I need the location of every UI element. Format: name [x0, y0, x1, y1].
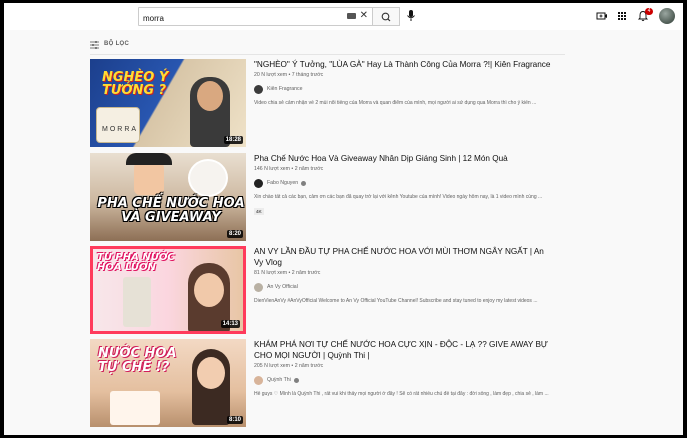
channel-row[interactable]: An Vy Official — [254, 282, 554, 292]
video-views-time: 81 N lượt xem • 2 năm trước — [254, 270, 321, 276]
channel-avatar[interactable] — [254, 178, 263, 188]
channel-name[interactable]: Fabo Nguyen — [267, 180, 298, 186]
video-duration: 18:28 — [223, 136, 243, 144]
filter-icon[interactable] — [90, 41, 99, 49]
video-thumbnail[interactable]: TỰ PHA NƯỚC HOA LUÔN 14:13 — [90, 246, 246, 334]
thumbnail-caption: NƯỚC HOA TỰ CHẾ !? — [98, 346, 177, 375]
channel-name[interactable]: Kiên Fragrance — [267, 86, 302, 92]
thumbnail-caption: TỰ PHA NƯỚC HOA LUÔN — [97, 252, 175, 273]
perfume-bottle — [123, 277, 151, 327]
channel-avatar[interactable] — [254, 282, 263, 292]
channel-avatar[interactable] — [254, 84, 263, 94]
video-description: Video chia sẻ cảm nhận về 2 mùi nổi tiến… — [254, 100, 537, 106]
channel-avatar[interactable] — [254, 375, 263, 385]
video-duration: 8:10 — [226, 416, 243, 424]
thumbnail-caption: PHA CHẾ NƯỚC HOA VÀ GIVEAWAY — [97, 196, 245, 225]
video-views-time: 146 N lượt xem • 2 năm trước — [254, 166, 324, 172]
channel-row[interactable]: Kiên Fragrance — [254, 84, 554, 94]
video-meta: "NGHÈO" Ý Tưởng, "LÙA GÀ" Hay Là Thành C… — [254, 59, 554, 106]
video-description: DienVienAnVy #AnVyOfficial Welcome to An… — [254, 298, 538, 304]
person-face — [197, 81, 223, 111]
channel-name[interactable]: Quỳnh Thi — [267, 377, 291, 383]
video-views-time: 20 N lượt xem • 7 tháng trước — [254, 72, 324, 78]
search-icon — [381, 12, 391, 22]
youtube-window: ✕ 4 — [4, 3, 683, 435]
verified-icon — [293, 377, 299, 383]
channel-row[interactable]: Quỳnh Thi — [254, 375, 554, 385]
create-video-icon[interactable] — [596, 10, 608, 22]
video-result[interactable]: NGHÈO Ý TƯỞNG ? MORRA 18:28 "NGHÈO" Ý Tư… — [90, 59, 560, 147]
video-title[interactable]: "NGHÈO" Ý Tưởng, "LÙA GÀ" Hay Là Thành C… — [254, 59, 554, 70]
inset-circle — [188, 159, 228, 197]
video-duration: 14:13 — [220, 320, 240, 328]
notification-count-badge: 4 — [645, 8, 653, 15]
quality-badge: 4K — [254, 208, 264, 215]
mic-icon[interactable] — [406, 9, 416, 23]
channel-name[interactable]: An Vy Official — [267, 284, 298, 290]
search-button[interactable] — [373, 7, 400, 26]
video-title[interactable]: Pha Chế Nước Hoa Và Giveaway Nhân Dịp Gi… — [254, 153, 554, 164]
person-hair — [126, 153, 172, 165]
clear-icon[interactable]: ✕ — [360, 10, 368, 22]
perfume-shelf — [110, 391, 160, 425]
person-face — [194, 273, 224, 307]
video-duration: 8:20 — [226, 230, 243, 238]
video-title[interactable]: AN VY LẦN ĐẦU TỰ PHA CHẾ NƯỚC HOA VỚI MÙ… — [254, 246, 554, 268]
top-header: ✕ 4 — [4, 3, 683, 30]
user-avatar[interactable] — [659, 8, 675, 24]
video-result[interactable]: PHA CHẾ NƯỚC HOA VÀ GIVEAWAY 8:20 Pha Ch… — [90, 153, 560, 241]
search-box[interactable]: ✕ — [138, 7, 373, 27]
video-result[interactable]: NƯỚC HOA TỰ CHẾ !? 8:10 KHÁM PHÁ NƠI TỰ … — [90, 339, 560, 427]
apps-grid-icon[interactable] — [616, 10, 628, 22]
perfume-bottle — [96, 107, 140, 143]
person-face — [197, 357, 225, 389]
video-meta: Pha Chế Nước Hoa Và Giveaway Nhân Dịp Gi… — [254, 153, 554, 218]
filter-bar: BỘ LỌC — [90, 39, 565, 55]
video-meta: KHÁM PHÁ NƠI TỰ CHẾ NƯỚC HOA CỰC XỊN - Đ… — [254, 339, 554, 397]
thumbnail-brand-text: MORRA — [102, 126, 139, 133]
verified-icon — [301, 180, 307, 186]
video-description: Xin chào tất cả các bạn, cảm ơn các bạn … — [254, 194, 543, 200]
keyboard-icon[interactable] — [347, 13, 356, 19]
channel-row[interactable]: Fabo Nguyen — [254, 178, 554, 188]
video-result[interactable]: TỰ PHA NƯỚC HOA LUÔN 14:13 AN VY LẦN ĐẦU… — [90, 246, 560, 334]
video-thumbnail[interactable]: NƯỚC HOA TỰ CHẾ !? 8:10 — [90, 339, 246, 427]
search-input[interactable] — [139, 10, 339, 27]
video-title[interactable]: KHÁM PHÁ NƠI TỰ CHẾ NƯỚC HOA CỰC XỊN - Đ… — [254, 339, 554, 361]
video-meta: AN VY LẦN ĐẦU TỰ PHA CHẾ NƯỚC HOA VỚI MÙ… — [254, 246, 554, 304]
thumbnail-caption: NGHÈO Ý TƯỞNG ? — [102, 70, 169, 98]
video-thumbnail[interactable]: PHA CHẾ NƯỚC HOA VÀ GIVEAWAY 8:20 — [90, 153, 246, 241]
video-views-time: 205 N lượt xem • 2 năm trước — [254, 363, 324, 369]
filter-button[interactable]: BỘ LỌC — [104, 41, 129, 47]
video-description: Hế guys ♡ Mình là Quỳnh Thi , rất vui kh… — [254, 391, 549, 397]
video-thumbnail[interactable]: NGHÈO Ý TƯỞNG ? MORRA 18:28 — [90, 59, 246, 147]
